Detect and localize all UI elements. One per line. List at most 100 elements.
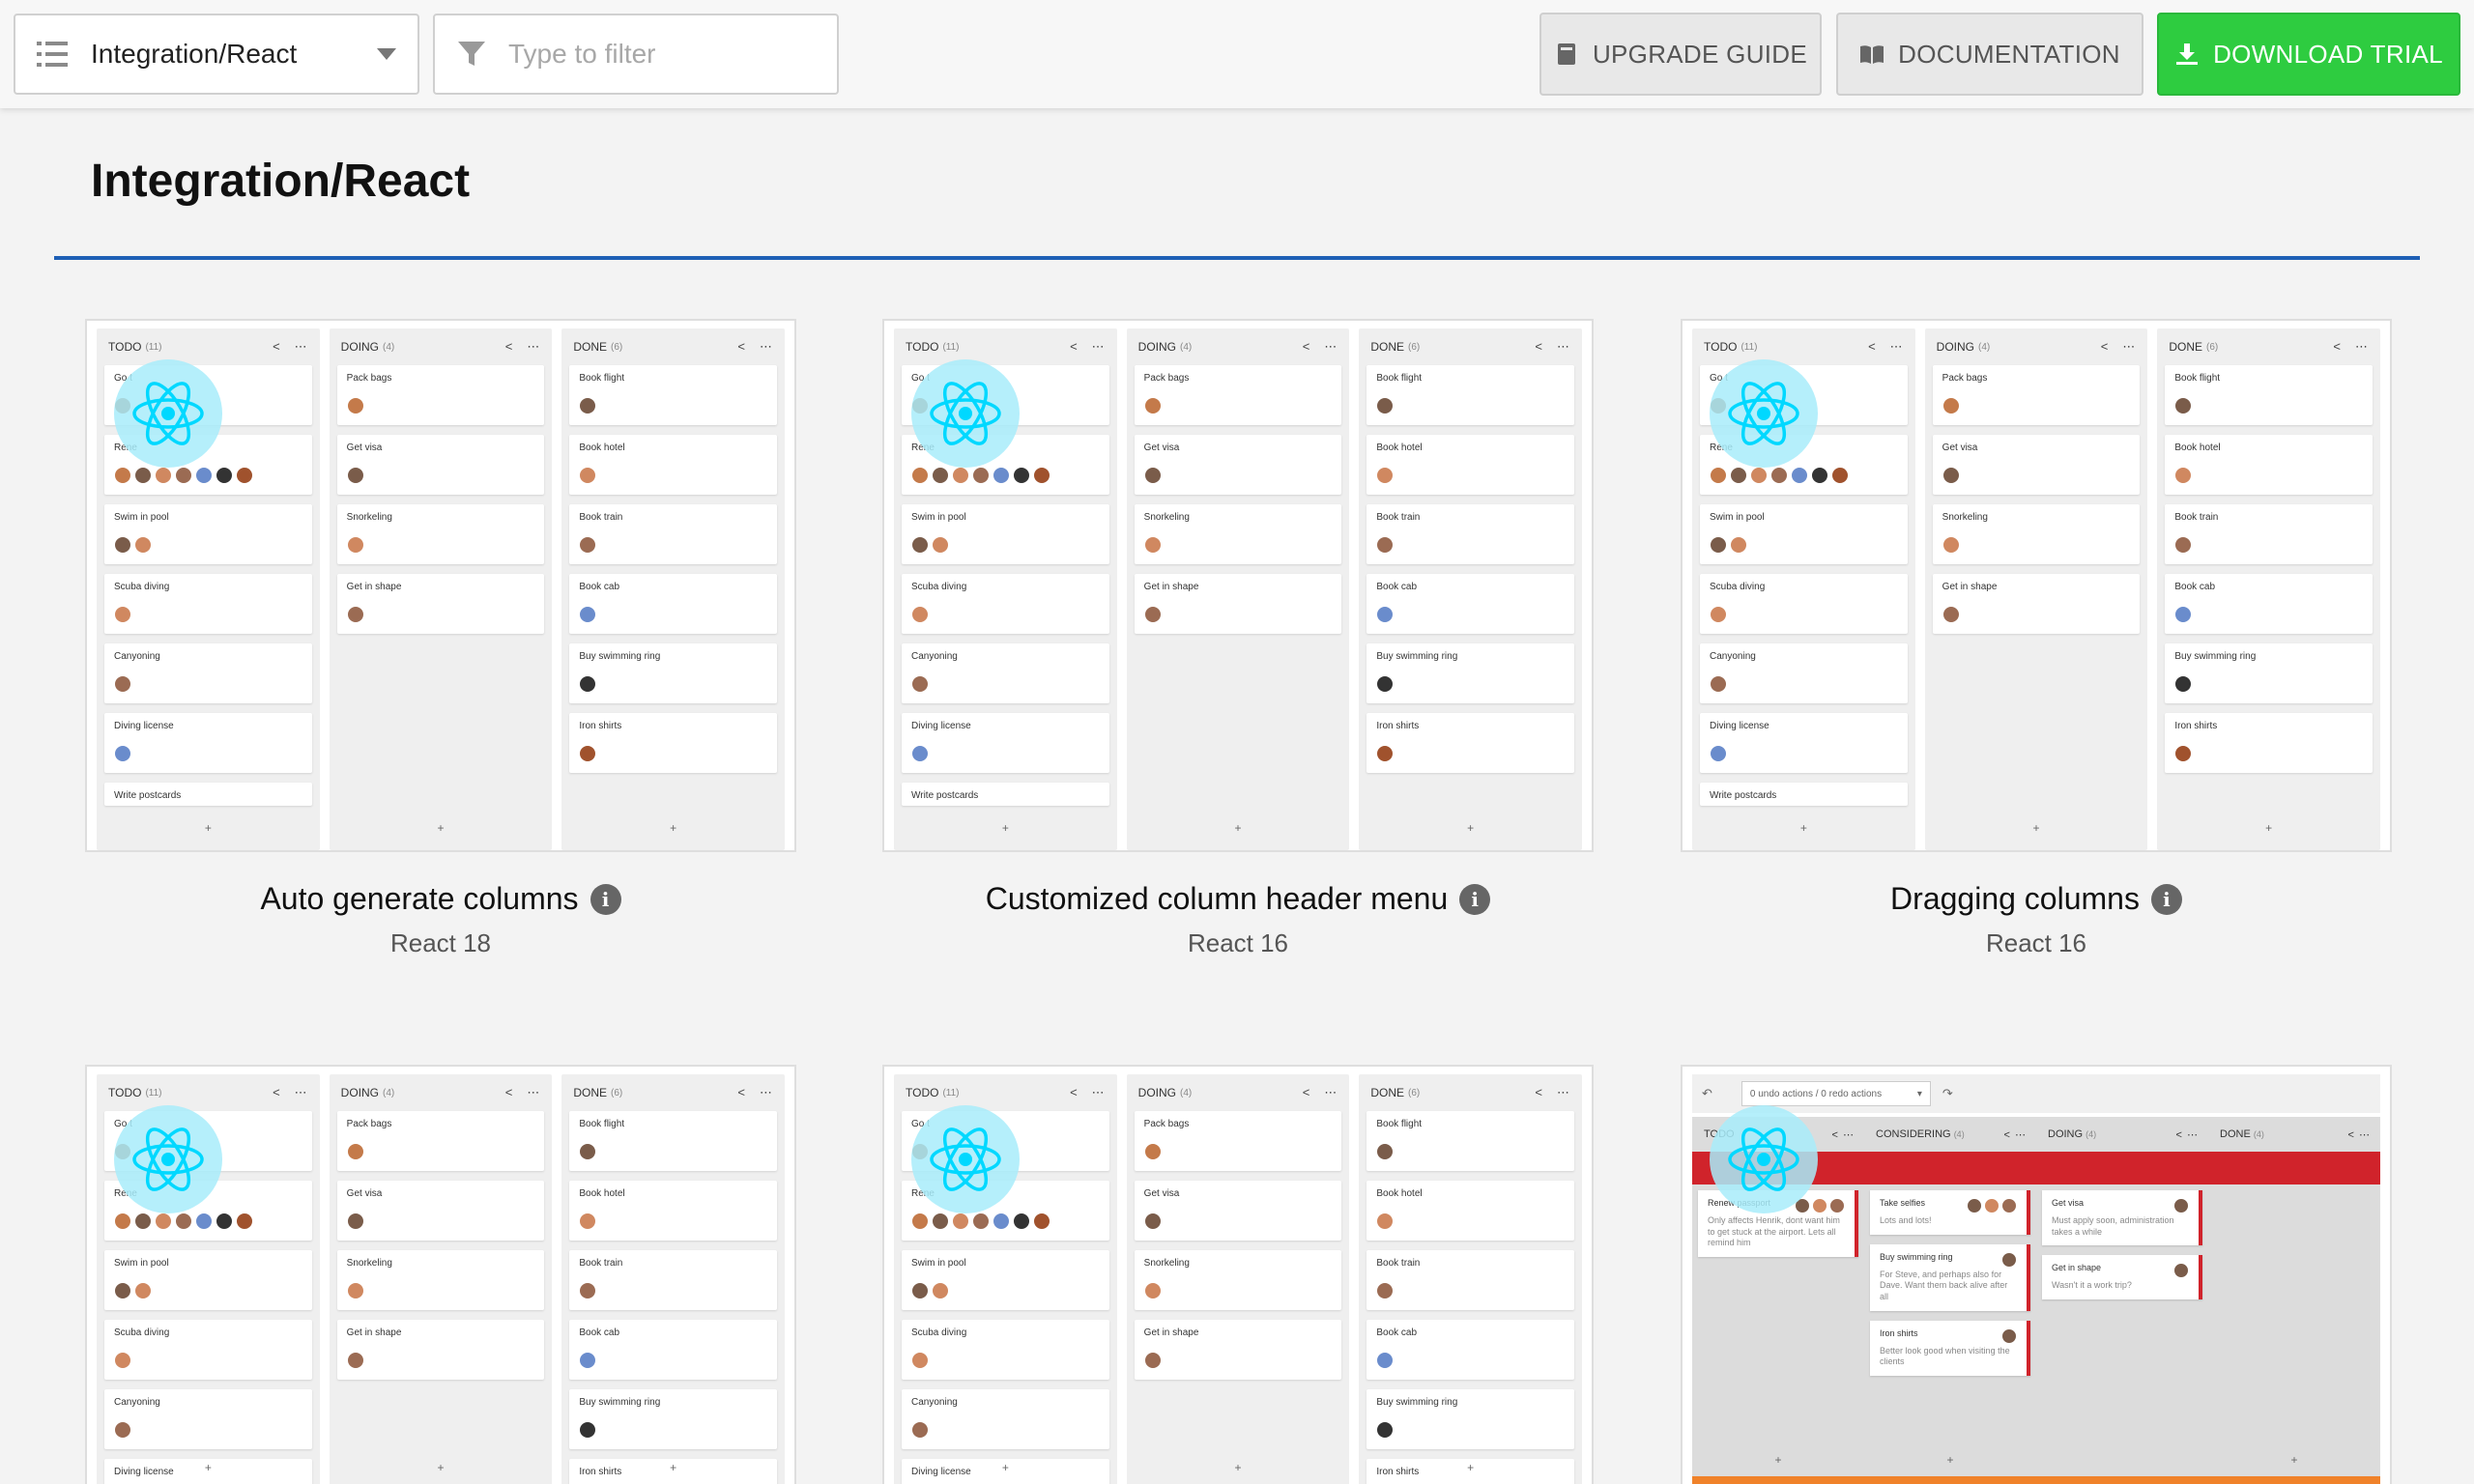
demo-title[interactable]: Dragging columns i xyxy=(1681,881,2392,917)
task-card[interactable]: Snorkeling xyxy=(1134,504,1342,564)
task-card[interactable]: Canyoning xyxy=(902,1389,1109,1449)
demo-thumbnail[interactable]: TODO(11)<⋯Go tReneSwim in poolScuba divi… xyxy=(1681,319,2392,852)
demo-thumbnail[interactable]: ↶ 0 undo actions / 0 redo actions ▾ ↷ TO… xyxy=(1681,1065,2392,1484)
column-tools[interactable]: < ⋯ xyxy=(1303,1085,1338,1100)
column-tools[interactable]: < ⋯ xyxy=(1070,1085,1106,1100)
task-card[interactable]: Book cab xyxy=(2165,574,2373,634)
task-card[interactable]: Buy swimming ring xyxy=(2165,643,2373,703)
add-task-button[interactable]: + xyxy=(1359,821,1582,835)
task-card[interactable]: Get visa xyxy=(336,435,545,495)
task-card[interactable]: Iron shirts xyxy=(569,713,778,773)
add-task-button[interactable]: + xyxy=(894,1461,1117,1474)
task-card[interactable]: Get in shape xyxy=(336,1320,545,1380)
demo-card-row2-1[interactable]: TODO(11)<⋯Go tReneSwim in poolScuba divi… xyxy=(85,1065,796,1484)
more-menu-icon[interactable]: ⋯ xyxy=(1557,1085,1570,1100)
column-tools[interactable]: < ⋯ xyxy=(2333,339,2369,355)
task-card[interactable]: Swim in pool xyxy=(104,1250,312,1310)
task-card[interactable]: Pack bags xyxy=(1932,365,2141,425)
collapse-icon[interactable]: < xyxy=(2101,339,2110,355)
task-card[interactable]: Swim in pool xyxy=(104,504,312,564)
task-card[interactable]: Book cab xyxy=(569,574,778,634)
undo-icon[interactable]: ↶ xyxy=(1702,1086,1712,1101)
add-task-button[interactable]: + xyxy=(330,821,553,835)
column-tools[interactable]: < ⋯ xyxy=(2176,1128,2199,1141)
column-tools[interactable]: < ⋯ xyxy=(737,339,773,355)
collapse-icon[interactable]: < xyxy=(273,1085,281,1100)
task-card[interactable]: Pack bags xyxy=(1134,1111,1342,1171)
task-card[interactable]: Scuba diving xyxy=(104,574,312,634)
column-tools[interactable]: < ⋯ xyxy=(1303,339,1338,355)
demo-card-customized-column-header-menu[interactable]: TODO(11)<⋯Go tReneSwim in poolScuba divi… xyxy=(882,319,1594,958)
column-tools[interactable]: < ⋯ xyxy=(2348,1128,2371,1141)
info-icon[interactable]: i xyxy=(1459,883,1491,915)
task-card[interactable]: Get in shape Wasn't it a work trip? xyxy=(2042,1255,2202,1300)
column-tools[interactable]: < ⋯ xyxy=(2101,339,2137,355)
task-card[interactable]: Snorkeling xyxy=(336,504,545,564)
task-card[interactable]: Book hotel xyxy=(2165,435,2373,495)
column-tools[interactable]: < ⋯ xyxy=(273,1085,308,1100)
add-task-button[interactable]: + xyxy=(1359,1461,1582,1474)
task-card[interactable]: Book flight xyxy=(569,1111,778,1171)
task-card[interactable]: Book flight xyxy=(1366,1111,1575,1171)
more-menu-icon[interactable]: ⋯ xyxy=(2122,339,2136,355)
task-card[interactable]: Book train xyxy=(569,504,778,564)
more-menu-icon[interactable]: ⋯ xyxy=(1324,339,1338,355)
task-card[interactable]: Book hotel xyxy=(569,435,778,495)
task-card[interactable]: Get visa xyxy=(1134,1181,1342,1241)
add-task-button[interactable]: + xyxy=(330,1461,553,1474)
task-card[interactable]: Book cab xyxy=(1366,574,1575,634)
column-tools[interactable]: < ⋯ xyxy=(1070,339,1106,355)
task-card[interactable]: Book train xyxy=(1366,504,1575,564)
add-task-button[interactable]: + xyxy=(1127,821,1350,835)
more-menu-icon[interactable]: ⋯ xyxy=(295,339,308,355)
more-menu-icon[interactable]: ⋯ xyxy=(1324,1085,1338,1100)
task-card[interactable]: Canyoning xyxy=(104,1389,312,1449)
task-card[interactable]: Write postcards xyxy=(902,783,1109,806)
task-card[interactable]: Iron shirts xyxy=(2165,713,2373,773)
redo-icon[interactable]: ↷ xyxy=(1942,1086,1953,1101)
add-task-button[interactable]: + xyxy=(1127,1461,1350,1474)
demo-card-auto-generate-columns[interactable]: TODO(11)<⋯Go tReneSwim in poolScuba divi… xyxy=(85,319,796,958)
task-card[interactable]: Swim in pool xyxy=(1700,504,1908,564)
collapse-icon[interactable]: < xyxy=(1070,1085,1079,1100)
collapse-icon[interactable]: < xyxy=(1535,339,1543,355)
task-card[interactable]: Book flight xyxy=(2165,365,2373,425)
collapse-icon[interactable]: < xyxy=(737,339,746,355)
upgrade-guide-button[interactable]: UPGRADE GUIDE xyxy=(1539,13,1822,96)
collapse-icon[interactable]: < xyxy=(2333,339,2342,355)
collapse-icon[interactable]: < xyxy=(1868,339,1877,355)
more-menu-icon[interactable]: ⋯ xyxy=(1890,339,1904,355)
demo-thumbnail[interactable]: TODO(11)<⋯Go tReneSwim in poolScuba divi… xyxy=(882,319,1594,852)
task-card[interactable]: Get visa xyxy=(336,1181,545,1241)
add-task-button[interactable]: + xyxy=(1698,1453,1858,1467)
collapse-icon[interactable]: < xyxy=(505,339,514,355)
documentation-button[interactable]: DOCUMENTATION xyxy=(1836,13,2143,96)
task-card[interactable]: Diving license xyxy=(902,713,1109,773)
more-menu-icon[interactable]: ⋯ xyxy=(295,1085,308,1100)
add-task-button[interactable]: + xyxy=(2214,1453,2374,1467)
add-task-button[interactable]: + xyxy=(894,821,1117,835)
collapse-icon[interactable]: < xyxy=(737,1085,746,1100)
more-menu-icon[interactable]: ⋯ xyxy=(527,1085,540,1100)
filter-input[interactable] xyxy=(508,39,818,70)
task-card[interactable]: Scuba diving xyxy=(902,1320,1109,1380)
task-card[interactable]: Iron shirts Better look good when visitin… xyxy=(1870,1320,2030,1377)
task-card[interactable]: Canyoning xyxy=(902,643,1109,703)
more-menu-icon[interactable]: ⋯ xyxy=(760,339,773,355)
collapse-icon[interactable]: < xyxy=(1535,1085,1543,1100)
more-menu-icon[interactable]: ⋯ xyxy=(1092,1085,1106,1100)
task-card[interactable]: Buy swimming ring xyxy=(1366,643,1575,703)
chevron-down-icon[interactable] xyxy=(377,48,396,60)
add-task-button[interactable]: + xyxy=(561,1461,785,1474)
add-task-button[interactable]: + xyxy=(1692,821,1915,835)
task-card[interactable]: Get visa xyxy=(1932,435,2141,495)
info-icon[interactable]: i xyxy=(2150,883,2182,915)
task-card[interactable]: Book flight xyxy=(1366,365,1575,425)
column-tools[interactable]: < ⋯ xyxy=(1832,1128,1855,1141)
filter-field[interactable] xyxy=(433,14,839,95)
task-card[interactable]: Diving license xyxy=(104,713,312,773)
demo-title[interactable]: Auto generate columns i xyxy=(85,881,796,917)
task-card[interactable]: Diving license xyxy=(1700,713,1908,773)
task-card[interactable]: Swim in pool xyxy=(902,1250,1109,1310)
task-card[interactable]: Get in shape xyxy=(336,574,545,634)
